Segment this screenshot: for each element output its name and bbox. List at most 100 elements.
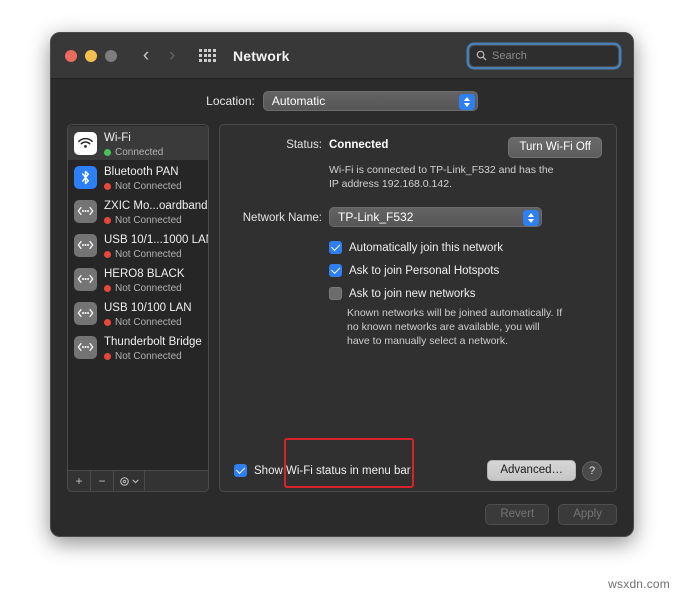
ethernet-icon bbox=[74, 335, 97, 359]
service-status-label: Not Connected bbox=[115, 350, 182, 362]
turn-wifi-off-button[interactable]: Turn Wi-Fi Off bbox=[508, 137, 602, 158]
service-list: Wi-Fi Connected Bluetooth PAN Not Connec… bbox=[67, 124, 209, 471]
join-options: Automatically join this network Ask to j… bbox=[329, 241, 602, 300]
service-name: Bluetooth PAN bbox=[104, 165, 179, 178]
list-item-text: USB 10/100 LAN Not Connected bbox=[104, 298, 192, 329]
location-row: Location: Automatic bbox=[67, 91, 617, 111]
window-footer: Revert Apply bbox=[51, 492, 633, 536]
advanced-button[interactable]: Advanced… bbox=[487, 460, 576, 481]
auto-join-network-row[interactable]: Automatically join this network bbox=[329, 241, 602, 254]
list-item[interactable]: Thunderbolt Bridge Not Connected bbox=[68, 330, 208, 364]
service-name: Thunderbolt Bridge bbox=[104, 335, 202, 348]
network-name-value: TP-Link_F532 bbox=[338, 210, 414, 224]
service-status: Not Connected bbox=[104, 249, 202, 261]
join-hint-text: Known networks will be joined automatica… bbox=[347, 307, 563, 347]
service-status-label: Not Connected bbox=[115, 316, 182, 328]
detail-bottom-row: Show Wi-Fi status in menu bar Advanced… … bbox=[234, 460, 602, 481]
service-status-label: Connected bbox=[115, 146, 164, 158]
status-dot-icon bbox=[104, 251, 111, 258]
revert-button[interactable]: Revert bbox=[485, 503, 550, 525]
service-status: Not Connected bbox=[104, 181, 182, 193]
ask-join-hotspots-row[interactable]: Ask to join Personal Hotspots bbox=[329, 264, 602, 277]
service-name: USB 10/100 LAN bbox=[104, 301, 192, 314]
ethernet-icon bbox=[74, 267, 97, 291]
location-label: Location: bbox=[206, 94, 255, 108]
auto-join-network-label: Automatically join this network bbox=[349, 241, 504, 254]
list-item-text: HERO8 BLACK Not Connected bbox=[104, 264, 185, 295]
status-dot-icon bbox=[104, 149, 111, 156]
navigation-buttons: ‹ › bbox=[135, 44, 183, 68]
list-item[interactable]: USB 10/1...1000 LAN Not Connected bbox=[68, 228, 208, 262]
service-status-label: Not Connected bbox=[115, 214, 182, 226]
watermark: wsxdn.com bbox=[608, 577, 670, 591]
status-value: Connected bbox=[329, 139, 389, 151]
show-wifi-status-label: Show Wi-Fi status in menu bar bbox=[254, 464, 411, 477]
minimize-button[interactable] bbox=[85, 49, 97, 62]
page-title: Network bbox=[233, 47, 290, 64]
list-item[interactable]: Wi-Fi Connected bbox=[68, 126, 208, 160]
ask-join-new-networks-row[interactable]: Ask to join new networks bbox=[329, 287, 602, 300]
service-name: ZXIC Mo...oardband bbox=[104, 199, 208, 212]
ethernet-icon bbox=[74, 199, 97, 223]
chevron-updown-icon bbox=[458, 93, 475, 110]
remove-service-button[interactable]: − bbox=[91, 471, 114, 491]
show-all-grid-icon[interactable] bbox=[199, 49, 217, 62]
forward-chevron-icon: › bbox=[168, 45, 176, 66]
search-input[interactable] bbox=[492, 49, 612, 62]
ask-join-hotspots-label: Ask to join Personal Hotspots bbox=[349, 264, 500, 277]
service-status-label: Not Connected bbox=[115, 282, 182, 294]
window-titlebar: ‹ › Network bbox=[51, 33, 633, 79]
apply-button[interactable]: Apply bbox=[558, 503, 617, 525]
service-status: Connected bbox=[104, 147, 163, 159]
panes: Wi-Fi Connected Bluetooth PAN Not Connec… bbox=[67, 124, 617, 492]
ask-join-new-networks-label: Ask to join new networks bbox=[349, 287, 476, 300]
status-dot-icon bbox=[104, 353, 111, 360]
list-item-text: Thunderbolt Bridge Not Connected bbox=[104, 332, 202, 363]
close-button[interactable] bbox=[65, 49, 77, 62]
search-icon bbox=[476, 50, 487, 61]
list-item[interactable]: Bluetooth PAN Not Connected bbox=[68, 160, 208, 194]
status-dot-icon bbox=[104, 319, 111, 326]
service-status: Not Connected bbox=[104, 317, 192, 329]
add-service-button[interactable]: + bbox=[68, 471, 91, 491]
detail-action-buttons: Advanced… ? bbox=[487, 460, 602, 481]
connection-description: Wi-Fi is connected to TP-Link_F532 and h… bbox=[329, 164, 554, 190]
service-name: USB 10/1...1000 LAN bbox=[104, 233, 209, 246]
status-dot-icon bbox=[104, 285, 111, 292]
zoom-button[interactable] bbox=[105, 49, 117, 62]
window-body: Location: Automatic Wi-Fi Connected Blue… bbox=[51, 79, 633, 492]
network-name-popup-button[interactable]: TP-Link_F532 bbox=[329, 207, 542, 227]
search-field[interactable] bbox=[469, 44, 619, 67]
status-label: Status: bbox=[286, 139, 322, 151]
list-item-text: ZXIC Mo...oardband Not Connected bbox=[104, 196, 208, 227]
wifi-icon bbox=[74, 131, 97, 155]
list-item[interactable]: USB 10/100 LAN Not Connected bbox=[68, 296, 208, 330]
service-status: Not Connected bbox=[104, 283, 185, 295]
service-status: Not Connected bbox=[104, 215, 202, 227]
status-dot-icon bbox=[104, 183, 111, 190]
list-item[interactable]: HERO8 BLACK Not Connected bbox=[68, 262, 208, 296]
service-list-toolbar: + − bbox=[67, 471, 209, 492]
location-popup-button[interactable]: Automatic bbox=[262, 91, 478, 111]
help-button[interactable]: ? bbox=[582, 460, 602, 481]
service-actions-button[interactable] bbox=[114, 471, 145, 491]
list-item-text: USB 10/1...1000 LAN Not Connected bbox=[104, 230, 208, 261]
network-name-row: Network Name: TP-Link_F532 bbox=[234, 207, 602, 227]
status-row: Status: Connected Turn Wi-Fi Off bbox=[234, 137, 602, 158]
ask-join-hotspots-checkbox[interactable] bbox=[329, 264, 342, 277]
location-value: Automatic bbox=[271, 94, 326, 108]
service-name: Wi-Fi bbox=[104, 131, 131, 144]
chevron-down-icon bbox=[132, 479, 139, 483]
list-item[interactable]: ZXIC Mo...oardband Not Connected bbox=[68, 194, 208, 228]
service-name: HERO8 BLACK bbox=[104, 267, 185, 280]
ask-join-new-networks-checkbox[interactable] bbox=[329, 287, 342, 300]
gear-icon bbox=[120, 476, 129, 486]
back-chevron-icon[interactable]: ‹ bbox=[135, 44, 157, 68]
bluetooth-icon bbox=[74, 165, 97, 189]
show-wifi-status-checkbox[interactable] bbox=[234, 464, 247, 477]
traffic-light-buttons bbox=[65, 49, 117, 62]
network-name-label: Network Name: bbox=[242, 212, 322, 224]
list-item-text: Wi-Fi Connected bbox=[104, 128, 163, 159]
auto-join-network-checkbox[interactable] bbox=[329, 241, 342, 254]
toolbar-spacer bbox=[145, 471, 208, 491]
